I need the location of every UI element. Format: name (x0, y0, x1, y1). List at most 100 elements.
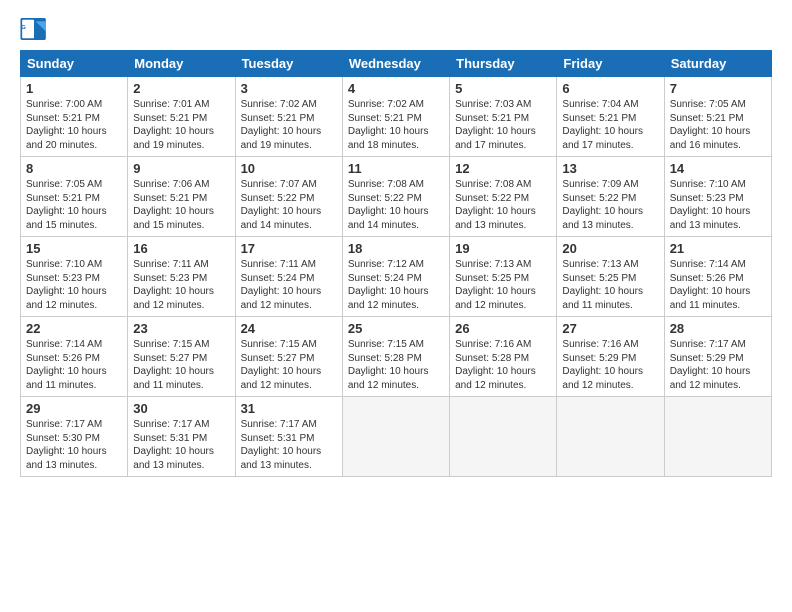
day-info: Sunrise: 7:15 AM Sunset: 5:28 PM Dayligh… (348, 338, 444, 392)
day-number: 12 (455, 161, 551, 176)
day-info: Sunrise: 7:12 AM Sunset: 5:24 PM Dayligh… (348, 258, 444, 312)
day-number: 30 (133, 401, 229, 416)
calendar-cell: 22 Sunrise: 7:14 AM Sunset: 5:26 PM Dayli… (21, 317, 128, 397)
day-info: Sunrise: 7:00 AM Sunset: 5:21 PM Dayligh… (26, 98, 122, 152)
calendar-week-row: 1 Sunrise: 7:00 AM Sunset: 5:21 PM Daylig… (21, 77, 772, 157)
calendar-cell: 27Sunrise: 7:16 AM Sunset: 5:29 PM Dayli… (557, 317, 664, 397)
day-number: 22 (26, 321, 122, 336)
calendar-cell: 12 Sunrise: 7:08 AM Sunset: 5:22 PM Dayli… (450, 157, 557, 237)
day-info: Sunrise: 7:03 AM Sunset: 5:21 PM Dayligh… (455, 98, 551, 152)
day-info: Sunrise: 7:11 AM Sunset: 5:23 PM Dayligh… (133, 258, 229, 312)
calendar-cell: 1 Sunrise: 7:00 AM Sunset: 5:21 PM Daylig… (21, 77, 128, 157)
weekday-header: Tuesday (235, 51, 342, 77)
day-number: 19 (455, 241, 551, 256)
day-number: 28 (670, 321, 766, 336)
calendar-cell: 6 Sunrise: 7:04 AM Sunset: 5:21 PM Daylig… (557, 77, 664, 157)
day-info: Sunrise: 7:07 AM Sunset: 5:22 PM Dayligh… (241, 178, 337, 232)
calendar-cell: 17 Sunrise: 7:11 AM Sunset: 5:24 PM Dayli… (235, 237, 342, 317)
day-number: 4 (348, 81, 444, 96)
weekday-header: Monday (128, 51, 235, 77)
calendar-cell: 4 Sunrise: 7:02 AM Sunset: 5:21 PM Daylig… (342, 77, 449, 157)
calendar-cell: 14 Sunrise: 7:10 AM Sunset: 5:23 PM Dayli… (664, 157, 771, 237)
weekday-header: Thursday (450, 51, 557, 77)
weekday-header: Saturday (664, 51, 771, 77)
calendar-cell: 7Sunrise: 7:05 AM Sunset: 5:21 PM Daylig… (664, 77, 771, 157)
day-info: Sunrise: 7:05 AM Sunset: 5:21 PM Dayligh… (26, 178, 122, 232)
calendar-cell: 10 Sunrise: 7:07 AM Sunset: 5:22 PM Dayli… (235, 157, 342, 237)
svg-text:G: G (21, 25, 26, 31)
calendar-header-row: SundayMondayTuesdayWednesdayThursdayFrid… (21, 51, 772, 77)
day-info: Sunrise: 7:15 AM Sunset: 5:27 PM Dayligh… (241, 338, 337, 392)
day-number: 6 (562, 81, 658, 96)
day-number: 7 (670, 81, 766, 96)
day-number: 8 (26, 161, 122, 176)
day-info: Sunrise: 7:14 AM Sunset: 5:26 PM Dayligh… (26, 338, 122, 392)
logo: G (20, 18, 52, 40)
calendar-cell: 11Sunrise: 7:08 AM Sunset: 5:22 PM Dayli… (342, 157, 449, 237)
day-number: 27 (562, 321, 658, 336)
calendar-week-row: 15 Sunrise: 7:10 AM Sunset: 5:23 PM Dayli… (21, 237, 772, 317)
day-number: 1 (26, 81, 122, 96)
calendar-cell (342, 397, 449, 477)
day-info: Sunrise: 7:08 AM Sunset: 5:22 PM Dayligh… (455, 178, 551, 232)
day-info: Sunrise: 7:17 AM Sunset: 5:31 PM Dayligh… (241, 418, 337, 472)
day-number: 17 (241, 241, 337, 256)
day-info: Sunrise: 7:10 AM Sunset: 5:23 PM Dayligh… (26, 258, 122, 312)
day-info: Sunrise: 7:13 AM Sunset: 5:25 PM Dayligh… (562, 258, 658, 312)
day-number: 2 (133, 81, 229, 96)
calendar-cell: 24Sunrise: 7:15 AM Sunset: 5:27 PM Dayli… (235, 317, 342, 397)
day-number: 13 (562, 161, 658, 176)
day-info: Sunrise: 7:16 AM Sunset: 5:28 PM Dayligh… (455, 338, 551, 392)
day-info: Sunrise: 7:04 AM Sunset: 5:21 PM Dayligh… (562, 98, 658, 152)
day-number: 25 (348, 321, 444, 336)
day-number: 14 (670, 161, 766, 176)
day-number: 29 (26, 401, 122, 416)
calendar-cell: 30 Sunrise: 7:17 AM Sunset: 5:31 PM Dayli… (128, 397, 235, 477)
day-info: Sunrise: 7:17 AM Sunset: 5:31 PM Dayligh… (133, 418, 229, 472)
day-number: 3 (241, 81, 337, 96)
header: G (20, 18, 772, 40)
calendar-table: SundayMondayTuesdayWednesdayThursdayFrid… (20, 50, 772, 477)
calendar-week-row: 29Sunrise: 7:17 AM Sunset: 5:30 PM Dayli… (21, 397, 772, 477)
day-info: Sunrise: 7:02 AM Sunset: 5:21 PM Dayligh… (348, 98, 444, 152)
day-info: Sunrise: 7:11 AM Sunset: 5:24 PM Dayligh… (241, 258, 337, 312)
logo-icon: G (20, 18, 48, 40)
day-number: 20 (562, 241, 658, 256)
day-number: 11 (348, 161, 444, 176)
day-info: Sunrise: 7:15 AM Sunset: 5:27 PM Dayligh… (133, 338, 229, 392)
day-number: 5 (455, 81, 551, 96)
calendar-cell: 9 Sunrise: 7:06 AM Sunset: 5:21 PM Daylig… (128, 157, 235, 237)
day-number: 31 (241, 401, 337, 416)
calendar-cell (450, 397, 557, 477)
day-number: 18 (348, 241, 444, 256)
calendar-cell (557, 397, 664, 477)
day-info: Sunrise: 7:10 AM Sunset: 5:23 PM Dayligh… (670, 178, 766, 232)
day-info: Sunrise: 7:13 AM Sunset: 5:25 PM Dayligh… (455, 258, 551, 312)
day-number: 9 (133, 161, 229, 176)
day-number: 21 (670, 241, 766, 256)
calendar-cell: 20 Sunrise: 7:13 AM Sunset: 5:25 PM Dayli… (557, 237, 664, 317)
calendar-cell: 15 Sunrise: 7:10 AM Sunset: 5:23 PM Dayli… (21, 237, 128, 317)
calendar-cell: 21Sunrise: 7:14 AM Sunset: 5:26 PM Dayli… (664, 237, 771, 317)
calendar-cell: 23 Sunrise: 7:15 AM Sunset: 5:27 PM Dayli… (128, 317, 235, 397)
day-info: Sunrise: 7:01 AM Sunset: 5:21 PM Dayligh… (133, 98, 229, 152)
calendar-week-row: 8 Sunrise: 7:05 AM Sunset: 5:21 PM Daylig… (21, 157, 772, 237)
calendar-cell: 8 Sunrise: 7:05 AM Sunset: 5:21 PM Daylig… (21, 157, 128, 237)
page-container: G SundayMondayTuesdayWednesdayThursdayFr… (0, 0, 792, 487)
calendar-cell: 13Sunrise: 7:09 AM Sunset: 5:22 PM Dayli… (557, 157, 664, 237)
calendar-cell: 25 Sunrise: 7:15 AM Sunset: 5:28 PM Dayli… (342, 317, 449, 397)
calendar-cell: 26Sunrise: 7:16 AM Sunset: 5:28 PM Dayli… (450, 317, 557, 397)
calendar-cell: 28Sunrise: 7:17 AM Sunset: 5:29 PM Dayli… (664, 317, 771, 397)
calendar-cell (664, 397, 771, 477)
calendar-week-row: 22 Sunrise: 7:14 AM Sunset: 5:26 PM Dayli… (21, 317, 772, 397)
day-number: 15 (26, 241, 122, 256)
day-info: Sunrise: 7:06 AM Sunset: 5:21 PM Dayligh… (133, 178, 229, 232)
day-number: 23 (133, 321, 229, 336)
day-number: 16 (133, 241, 229, 256)
day-info: Sunrise: 7:02 AM Sunset: 5:21 PM Dayligh… (241, 98, 337, 152)
calendar-cell: 31 Sunrise: 7:17 AM Sunset: 5:31 PM Dayli… (235, 397, 342, 477)
weekday-header: Wednesday (342, 51, 449, 77)
calendar-cell: 3 Sunrise: 7:02 AM Sunset: 5:21 PM Daylig… (235, 77, 342, 157)
day-number: 10 (241, 161, 337, 176)
weekday-header: Friday (557, 51, 664, 77)
